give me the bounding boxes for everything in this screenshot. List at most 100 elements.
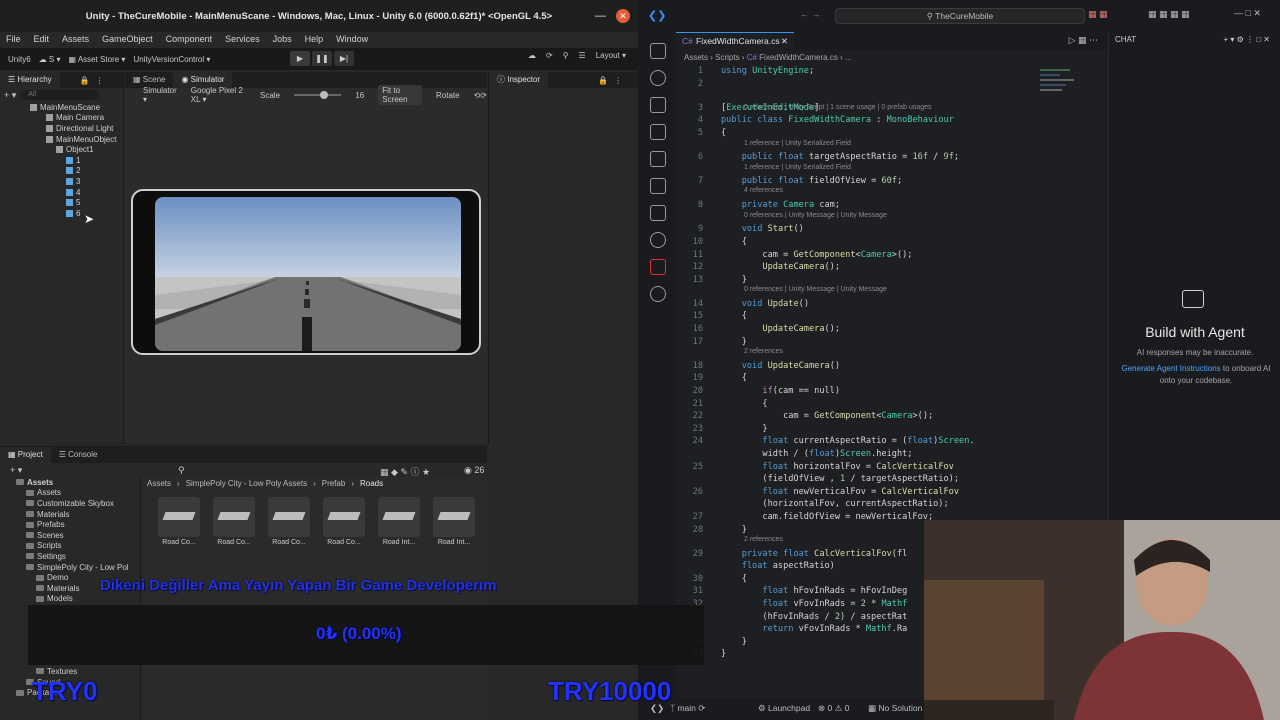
command-center-search[interactable]: ⚲ TheCureMobile — [835, 8, 1085, 24]
breadcrumb-item[interactable]: Assets — [147, 479, 171, 488]
run-and-split-icons[interactable]: ▷ ▦ ⋯ — [1069, 35, 1098, 46]
more-icon[interactable]: ⋮ — [96, 76, 104, 85]
breadcrumb-item[interactable]: Prefab — [322, 479, 346, 488]
tab-hierarchy[interactable]: ☰ Hierarchy — [0, 72, 60, 88]
extensions-icon[interactable] — [650, 151, 666, 167]
close-tab-icon[interactable]: ✕ — [781, 33, 788, 50]
branch-status[interactable]: ᛉ main ⟳ — [670, 703, 705, 714]
hierarchy-item[interactable]: 4 — [0, 187, 123, 198]
history-icon[interactable]: ⟳ — [546, 51, 553, 60]
minimap[interactable] — [1040, 66, 1080, 126]
menu-gameobject[interactable]: GameObject — [102, 34, 153, 44]
lock-icon[interactable]: 🔒 — [80, 76, 90, 85]
folder-item[interactable]: Prefabs — [0, 519, 138, 530]
source-control-icon[interactable] — [650, 97, 666, 113]
breadcrumb-item[interactable]: Scripts — [715, 53, 739, 62]
cloud-icon[interactable]: ☁ S ▾ — [39, 55, 61, 64]
accounts-icon[interactable] — [650, 286, 666, 302]
account-button[interactable]: Unity6 — [8, 55, 31, 64]
hierarchy-item[interactable]: 5 — [0, 197, 123, 208]
menu-window[interactable]: Window — [336, 34, 368, 44]
chat-actions-icons[interactable]: + ▾ ⚙ ⋮ □ ✕ — [1223, 32, 1270, 48]
code-lens[interactable]: 2 references — [744, 348, 783, 355]
fit-to-screen-button[interactable]: Fit to Screen — [378, 85, 422, 105]
minimize-icon[interactable]: — — [595, 10, 606, 22]
hierarchy-item[interactable]: 2 — [0, 166, 123, 177]
menu-jobs[interactable]: Jobs — [273, 34, 292, 44]
folder-item[interactable]: Assets — [0, 477, 138, 488]
code-lens[interactable]: 4 references — [744, 187, 783, 194]
run-debug-icon[interactable] — [650, 124, 666, 140]
folder-item[interactable]: Materials — [0, 509, 138, 520]
add-icon[interactable]: + ▾ — [10, 465, 22, 476]
layers-icon[interactable]: ☰ — [579, 51, 586, 60]
hierarchy-item[interactable]: 3 — [0, 176, 123, 187]
github-icon[interactable] — [650, 232, 666, 248]
menu-assets[interactable]: Assets — [62, 34, 89, 44]
hierarchy-item[interactable]: MainMenuObject — [0, 134, 123, 145]
hierarchy-item[interactable]: Object1 — [0, 144, 123, 155]
code-lens[interactable]: 0 references | Unity Message | Unity Mes… — [744, 212, 887, 219]
folder-item[interactable]: Models — [0, 594, 138, 605]
asset-tile[interactable]: Road Co... — [320, 497, 368, 546]
rotate-button[interactable]: Rotate — [436, 91, 460, 100]
asset-tile[interactable]: Road Int... — [430, 497, 478, 546]
menu-component[interactable]: Component — [166, 34, 213, 44]
folder-item[interactable]: Scenes — [0, 530, 138, 541]
asset-tile[interactable]: Road Co... — [155, 497, 203, 546]
layout-dropdown[interactable]: Layout ▾ — [596, 51, 626, 60]
play-button[interactable]: ▶ — [290, 51, 310, 66]
hierarchy-item[interactable]: 6 — [0, 208, 123, 219]
simulator-mode-dropdown[interactable]: Simulator ▾ — [143, 86, 177, 104]
search-icon[interactable]: ⚲ — [563, 51, 569, 60]
hierarchy-search-input[interactable]: All — [20, 90, 101, 100]
solution-status[interactable]: ▦ No Solution — [868, 703, 922, 714]
code-lens[interactable]: 1 reference | Unity Serialized Field — [744, 164, 851, 171]
menu-services[interactable]: Services — [225, 34, 260, 44]
step-button[interactable]: ▶| — [334, 51, 354, 66]
folder-item[interactable]: Assets — [0, 488, 138, 499]
launchpad-status[interactable]: ⚙ Launchpad — [758, 703, 810, 714]
explorer-icon[interactable] — [650, 43, 666, 59]
close-icon[interactable]: ✕ — [616, 9, 630, 23]
tab-console[interactable]: ☰ Console — [51, 447, 106, 463]
code-lens[interactable]: 0 references | Unity Message | Unity Mes… — [744, 286, 887, 293]
menu-edit[interactable]: Edit — [34, 34, 50, 44]
folder-item[interactable]: SimplePoly City - Low Pol — [0, 562, 138, 573]
copilot-chat-icon[interactable] — [650, 259, 666, 275]
hierarchy-item[interactable]: Main Camera — [0, 113, 123, 124]
hierarchy-item[interactable]: Directional Light — [0, 123, 123, 134]
code-lens[interactable]: 2 references — [744, 536, 783, 543]
lock-icon[interactable]: 🔒 — [598, 76, 608, 85]
cloud-services-icon[interactable]: ☁ — [528, 51, 536, 60]
breadcrumb-item[interactable]: ... — [845, 53, 852, 62]
breadcrumb-item[interactable]: Assets — [684, 53, 708, 62]
code-lens[interactable]: 1 reference | Unity Serialized Field — [744, 140, 851, 147]
rotate-icon[interactable]: ⟲⟳ — [474, 91, 487, 100]
hierarchy-item[interactable]: MainMenuScane — [0, 102, 123, 113]
search-icon[interactable] — [650, 70, 666, 86]
asset-tile[interactable]: Road Int... — [375, 497, 423, 546]
add-icon[interactable]: + ▾ — [4, 90, 16, 101]
tab-inspector[interactable]: ⓘ Inspector — [489, 72, 549, 88]
nav-arrows-icon[interactable]: ← → — [800, 9, 821, 19]
asset-tile[interactable]: Road Co... — [210, 497, 258, 546]
layout-icons[interactable]: ▦ ▦ ▦ ▦ — [1148, 9, 1190, 20]
tab-project[interactable]: ▦ Project — [0, 447, 51, 463]
scale-slider-knob[interactable] — [320, 91, 329, 99]
breadcrumb-item[interactable]: FixedWidthCamera.cs — [759, 53, 838, 62]
device-dropdown[interactable]: Google Pixel 2 XL ▾ — [191, 86, 246, 104]
generate-instructions-link[interactable]: Generate Agent Instructions — [1122, 364, 1221, 373]
hierarchy-item[interactable]: 1 — [0, 155, 123, 166]
testing-icon[interactable] — [650, 178, 666, 194]
copilot-icon[interactable]: ▦ ▦ — [1088, 9, 1108, 20]
folder-item[interactable]: Settings — [0, 551, 138, 562]
version-control-button[interactable]: UnityVersionControl ▾ — [133, 55, 210, 64]
asset-store-button[interactable]: ▦ Asset Store ▾ — [68, 55, 125, 64]
menu-file[interactable]: File — [6, 34, 21, 44]
tab-fixedwidthcamera[interactable]: C# FixedWidthCamera.cs ✕ — [676, 32, 794, 50]
folder-item[interactable]: Scripts — [0, 541, 138, 552]
remote-icon[interactable] — [650, 205, 666, 221]
game-screen[interactable] — [155, 197, 461, 351]
more-icon[interactable]: ⋮ — [614, 76, 622, 85]
